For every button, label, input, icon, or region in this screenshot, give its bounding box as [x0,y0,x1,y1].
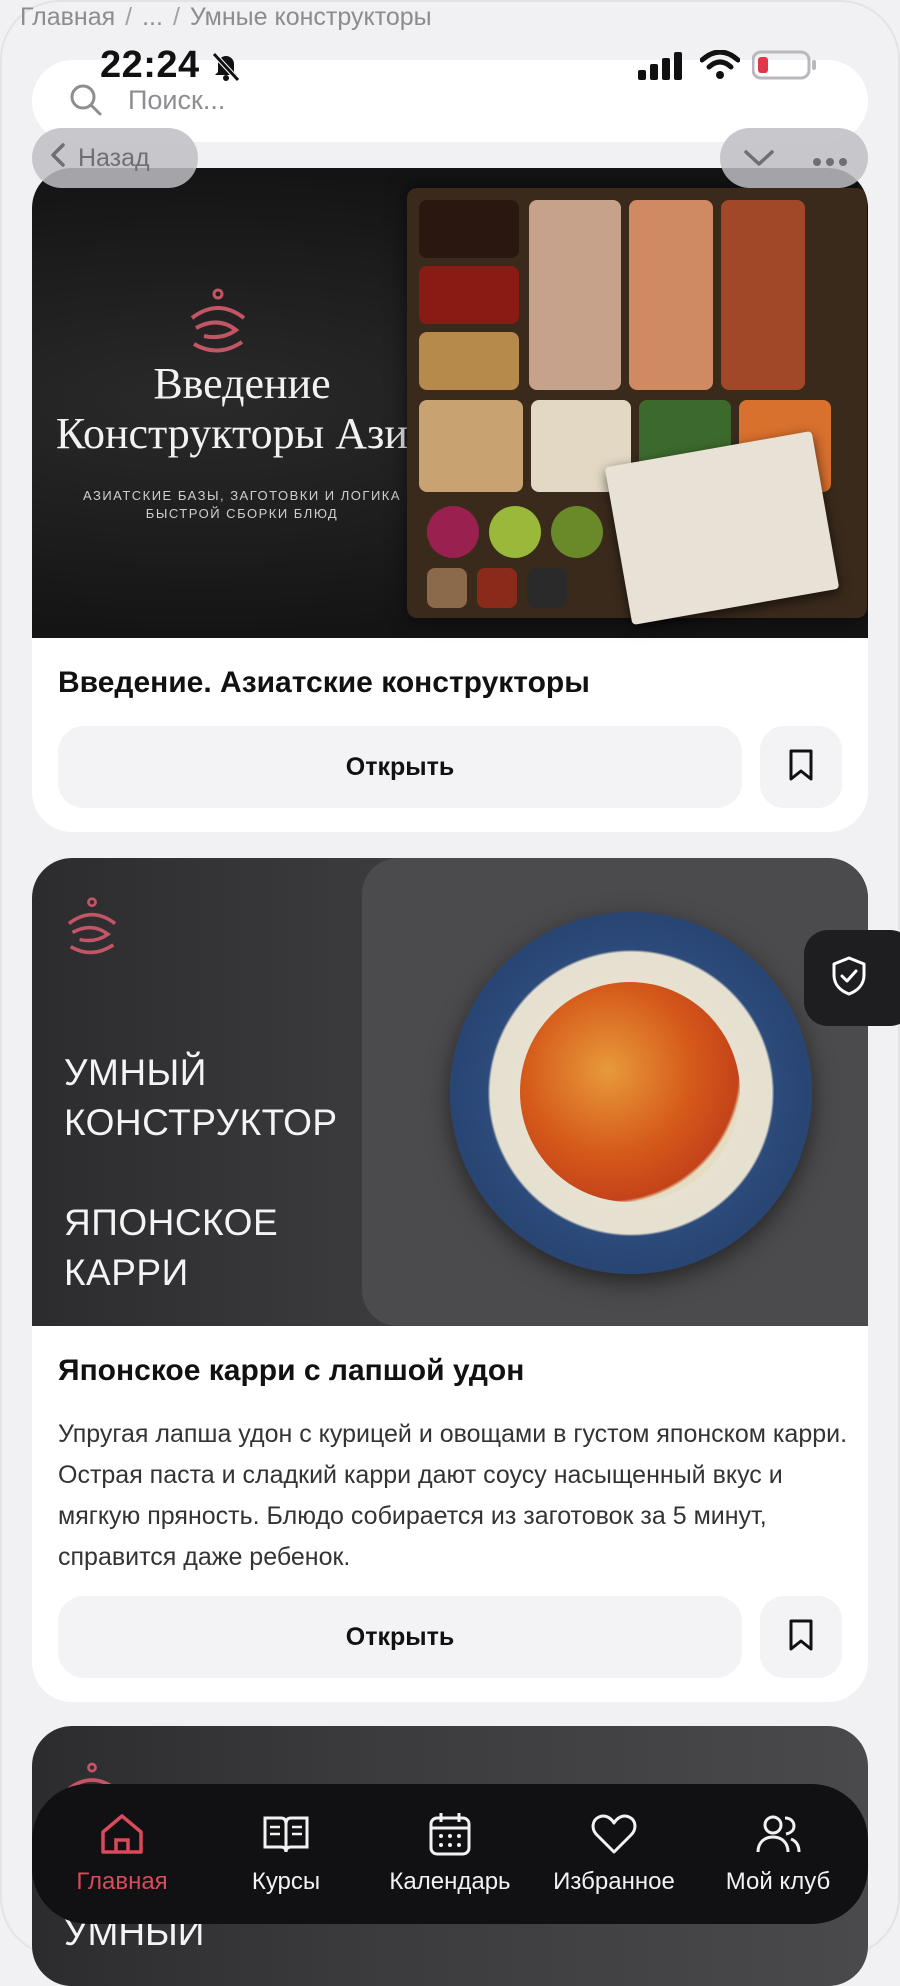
nav-label: Календарь [389,1868,511,1895]
cover-subtitle-line-1: АЗИАТСКИЕ БАЗЫ, ЗАГОТОВКИ И ЛОГИКА [82,488,402,503]
course-card-intro[interactable]: Введение Конструкторы Азия АЗИАТСКИЕ БАЗ… [32,168,868,832]
open-button[interactable]: Открыть [58,726,742,808]
brand-logo-icon [60,892,124,969]
back-label: Назад [78,143,150,172]
cover-title-line-1: Введение [153,359,331,408]
breadcrumb-ellipsis[interactable]: ... [142,3,163,32]
nav-label: Мой клуб [725,1868,831,1895]
nav-label: Избранное [553,1868,675,1895]
cover-text-line-1: УМНЫЙ [64,1052,207,1093]
nav-label: Главная [76,1868,168,1895]
card-cover-image: УМНЫЙ КОНСТРУКТОР ЯПОНСКОЕ КАРРИ [32,858,868,1326]
breadcrumb-separator: / [172,2,180,31]
recipe-card-curry[interactable]: УМНЫЙ КОНСТРУКТОР ЯПОНСКОЕ КАРРИ Японско… [32,858,868,1702]
bell-off-icon [210,50,242,87]
breadcrumb-current: Умные конструкторы [189,2,432,31]
chevron-left-icon [50,142,66,175]
curry-food [520,982,740,1202]
wifi-icon [699,49,741,85]
card-description: Упругая лапша удон с курицей и овощами в… [58,1420,848,1571]
cellular-signal-icon [638,52,686,85]
shield-check-icon [830,955,868,1002]
nav-item-calendar[interactable]: Календарь [368,1784,532,1924]
card-title[interactable]: Введение. Азиатские конструкторы [58,666,590,700]
bookmark-icon [786,1618,816,1657]
breadcrumb-home[interactable]: Главная [20,3,115,32]
curry-plate-photo [450,912,812,1274]
users-icon [753,1810,803,1858]
calendar-icon [425,1810,475,1858]
nav-item-courses[interactable]: Курсы [204,1784,368,1924]
cover-text-line-2: КОНСТРУКТОР [64,1102,338,1143]
card-cover-image: Введение Конструкторы Азия АЗИАТСКИЕ БАЗ… [32,168,868,638]
more-icon[interactable] [812,154,848,172]
brand-logo-icon [182,288,254,363]
breadcrumb-separator: / [125,2,133,31]
home-icon [97,1810,147,1858]
mini-app-menu [720,128,868,188]
nav-item-home[interactable]: Главная [40,1784,204,1924]
book-icon [261,1810,311,1858]
bottom-navigation: Главная Курсы Календарь Избранное Мой кл… [32,1784,868,1924]
heart-icon [589,1810,639,1858]
nav-item-my-club[interactable]: Мой клуб [696,1784,860,1924]
security-button[interactable] [804,930,900,1026]
open-button[interactable]: Открыть [58,1596,742,1678]
card-title[interactable]: Японское карри с лапшой удон [58,1354,524,1388]
cover-title-line-2: Конструкторы Азия [55,409,429,458]
status-time: 22:24 [100,44,200,86]
battery-low-icon [751,50,818,85]
back-button[interactable]: Назад [32,128,198,188]
bookmark-button[interactable] [760,726,842,808]
bookmark-button[interactable] [760,1596,842,1678]
chevron-down-icon[interactable] [742,144,776,177]
bookmark-icon [786,748,816,787]
search-icon [68,82,104,123]
nav-label: Курсы [251,1868,321,1895]
search-input[interactable]: Поиск... [128,85,225,116]
cover-text-line-4: КАРРИ [64,1252,189,1293]
nav-item-favorites[interactable]: Избранное [532,1784,696,1924]
cover-subtitle-line-2: БЫСТРОЙ СБОРКИ БЛЮД [145,506,339,521]
breadcrumb: Главная / ... / Умные конструкторы [20,0,432,34]
cover-text-line-3: ЯПОНСКОЕ [64,1202,279,1243]
